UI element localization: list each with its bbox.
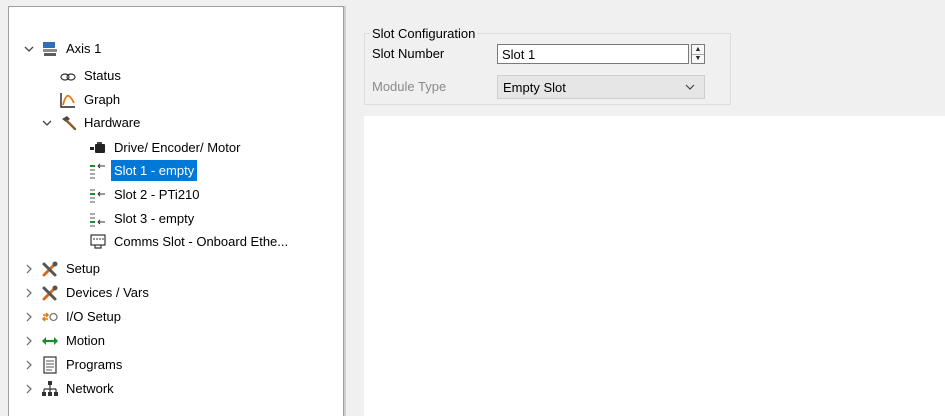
network-icon <box>41 380 59 398</box>
tree-item-label: Slot 3 - empty <box>114 211 195 226</box>
document-icon <box>41 355 59 374</box>
ethernet-port-icon <box>89 233 107 251</box>
hammer-icon <box>59 114 77 132</box>
chevron-right-icon[interactable] <box>23 287 35 299</box>
navigation-tree[interactable]: Axis 1 Status Graph Hardware Drive/ Enco… <box>8 6 344 416</box>
tree-item-label: Devices / Vars <box>66 285 149 300</box>
chevron-down-icon[interactable] <box>41 117 53 129</box>
chevron-right-icon[interactable] <box>23 311 35 323</box>
io-icon <box>41 308 59 326</box>
slot-content-area <box>364 116 945 416</box>
tree-item-label: Setup <box>66 261 100 276</box>
tree-item-label: Comms Slot - Onboard Ethe... <box>114 234 289 249</box>
tree-item-label: Programs <box>66 357 123 372</box>
detail-pane: Slot Configuration Slot Number ▲ ▼ Modul… <box>346 6 945 416</box>
slot-configuration-title: Slot Configuration <box>370 26 478 41</box>
tree-item-status[interactable]: Status <box>59 65 124 86</box>
tree-item-label: I/O Setup <box>66 309 121 324</box>
tree-item-slot-3[interactable]: Slot 3 - empty <box>89 208 197 229</box>
slot-icon <box>89 186 107 204</box>
tree-item-devices-vars[interactable]: Devices / Vars <box>23 282 152 303</box>
tree-item-hardware[interactable]: Hardware <box>41 112 143 133</box>
tree-item-setup[interactable]: Setup <box>23 258 103 279</box>
tree-item-graph[interactable]: Graph <box>59 89 123 110</box>
chevron-down-icon[interactable] <box>23 43 35 55</box>
double-arrow-icon <box>41 332 59 350</box>
tree-item-label: Status <box>84 68 121 83</box>
slot-number-label: Slot Number <box>372 46 445 61</box>
slot-icon <box>89 210 107 228</box>
slot-number-spinner[interactable]: ▲ ▼ <box>691 44 705 64</box>
tree-item-label: Hardware <box>84 115 141 130</box>
graph-icon <box>59 91 77 109</box>
tree-item-axis-1[interactable]: Axis 1 <box>23 38 104 59</box>
tree-item-comms-slot[interactable]: Comms Slot - Onboard Ethe... <box>89 231 291 252</box>
tree-item-label: Drive/ Encoder/ Motor <box>114 140 241 155</box>
axis-drive-icon <box>41 40 59 58</box>
tree-item-label: Slot 2 - PTi210 <box>114 187 200 202</box>
tree-item-motion[interactable]: Motion <box>23 330 108 351</box>
chevron-down-icon <box>685 84 695 90</box>
tree-item-drive-encoder-motor[interactable]: Drive/ Encoder/ Motor <box>89 137 243 158</box>
tools-icon <box>41 284 59 302</box>
tree-item-io-setup[interactable]: I/O Setup <box>23 306 124 327</box>
tree-item-label: Graph <box>84 92 121 107</box>
tree-item-programs[interactable]: Programs <box>23 354 125 375</box>
tree-item-network[interactable]: Network <box>23 378 117 399</box>
tree-item-slot-2[interactable]: Slot 2 - PTi210 <box>89 184 203 205</box>
tree-item-label: Slot 1 - empty <box>111 160 198 181</box>
module-type-label: Module Type <box>372 79 447 94</box>
status-link-icon <box>59 67 77 85</box>
tree-item-slot-1[interactable]: Slot 1 - empty <box>89 160 198 181</box>
chevron-right-icon[interactable] <box>23 263 35 275</box>
slot-number-input[interactable] <box>497 44 689 64</box>
slot-icon <box>89 162 107 180</box>
module-type-select[interactable]: Empty Slot <box>497 75 705 99</box>
motor-icon <box>89 139 107 157</box>
chevron-right-icon[interactable] <box>23 359 35 371</box>
tree-item-label: Network <box>66 381 114 396</box>
tree-item-label: Motion <box>66 333 106 348</box>
module-type-value: Empty Slot <box>503 79 566 95</box>
chevron-right-icon[interactable] <box>23 383 35 395</box>
spinner-down-icon[interactable]: ▼ <box>692 55 704 64</box>
tree-item-label: Axis 1 <box>66 41 102 56</box>
tools-icon <box>41 260 59 278</box>
chevron-right-icon[interactable] <box>23 335 35 347</box>
spinner-up-icon[interactable]: ▲ <box>692 45 704 55</box>
